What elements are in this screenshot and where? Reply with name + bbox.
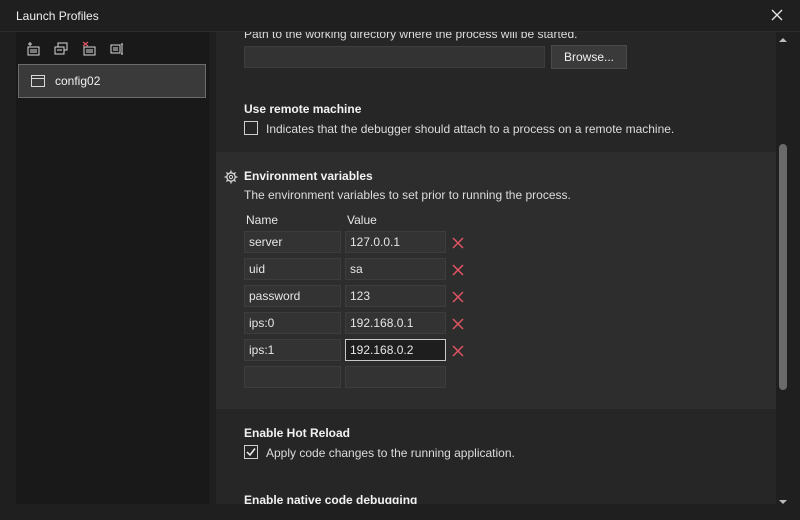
- profile-item-config02[interactable]: config02: [18, 64, 206, 98]
- window-icon: [31, 75, 45, 87]
- profiles-pane: config02: [16, 32, 209, 504]
- delete-x-icon[interactable]: [452, 264, 464, 276]
- delete-x-icon[interactable]: [452, 318, 464, 330]
- new-profile-button[interactable]: [24, 40, 42, 58]
- profile-label: config02: [55, 74, 101, 88]
- close-button[interactable]: [768, 6, 786, 24]
- env-var-value-input[interactable]: 123: [345, 285, 446, 307]
- native-debugging-heading: Enable native code debugging: [244, 493, 418, 504]
- scroll-down-icon[interactable]: [779, 498, 787, 506]
- title-bar: Launch Profiles: [0, 0, 800, 32]
- environment-variables-heading: Environment variables: [244, 169, 373, 183]
- env-var-name-input[interactable]: ips:1: [244, 339, 341, 361]
- env-var-name-input[interactable]: server: [244, 231, 341, 253]
- delete-x-icon[interactable]: [452, 237, 464, 249]
- working-directory-desc: Path to the working directory where the …: [244, 32, 578, 41]
- column-header-name: Name: [246, 213, 279, 227]
- profile-settings-panel: Path to the working directory where the …: [216, 32, 776, 504]
- vertical-scrollbar[interactable]: [776, 32, 790, 504]
- env-var-value-input[interactable]: sa: [345, 258, 446, 280]
- env-var-value-input[interactable]: 192.168.0.1: [345, 312, 446, 334]
- delete-profile-icon: [82, 41, 96, 56]
- rename-profile-icon: [110, 43, 123, 55]
- copy-profile-icon: [54, 42, 68, 55]
- delete-profile-button[interactable]: [80, 40, 98, 58]
- browse-button[interactable]: Browse...: [551, 45, 627, 69]
- working-directory-input[interactable]: [244, 46, 545, 68]
- env-var-new-value-input[interactable]: [345, 366, 446, 388]
- window-title: Launch Profiles: [16, 9, 99, 23]
- checkmark-icon: [246, 448, 256, 457]
- environment-variables-section: Environment variables The environment va…: [216, 152, 776, 409]
- hot-reload-section: Enable Hot Reload Apply code changes to …: [216, 409, 776, 504]
- remote-machine-desc: Indicates that the debugger should attac…: [266, 122, 675, 136]
- close-icon: [771, 9, 783, 21]
- profiles-toolbar: [24, 40, 126, 58]
- hot-reload-checkbox[interactable]: [244, 445, 258, 459]
- remote-machine-checkbox[interactable]: [244, 121, 258, 135]
- rename-profile-button[interactable]: [108, 40, 126, 58]
- hot-reload-heading: Enable Hot Reload: [244, 426, 351, 440]
- launch-profiles-window: Launch Profiles config02 Path to the wor…: [0, 0, 800, 520]
- new-profile-icon: [27, 42, 40, 56]
- scroll-up-icon[interactable]: [779, 36, 787, 44]
- env-var-value-input[interactable]: 192.168.0.2: [345, 339, 446, 361]
- copy-profile-button[interactable]: [52, 40, 70, 58]
- working-directory-section: Path to the working directory where the …: [216, 32, 776, 150]
- environment-variables-desc: The environment variables to set prior t…: [244, 188, 571, 202]
- env-var-name-input[interactable]: password: [244, 285, 341, 307]
- env-var-name-input[interactable]: ips:0: [244, 312, 341, 334]
- hot-reload-desc: Apply code changes to the running applic…: [266, 446, 515, 460]
- delete-x-icon[interactable]: [452, 291, 464, 303]
- column-header-value: Value: [347, 213, 377, 227]
- remote-machine-heading: Use remote machine: [244, 102, 362, 116]
- env-var-value-input[interactable]: 127.0.0.1: [345, 231, 446, 253]
- env-var-name-input[interactable]: uid: [244, 258, 341, 280]
- env-var-new-name-input[interactable]: [244, 366, 341, 388]
- gear-icon: [224, 170, 238, 184]
- scrollbar-thumb[interactable]: [779, 144, 787, 390]
- delete-x-icon[interactable]: [452, 345, 464, 357]
